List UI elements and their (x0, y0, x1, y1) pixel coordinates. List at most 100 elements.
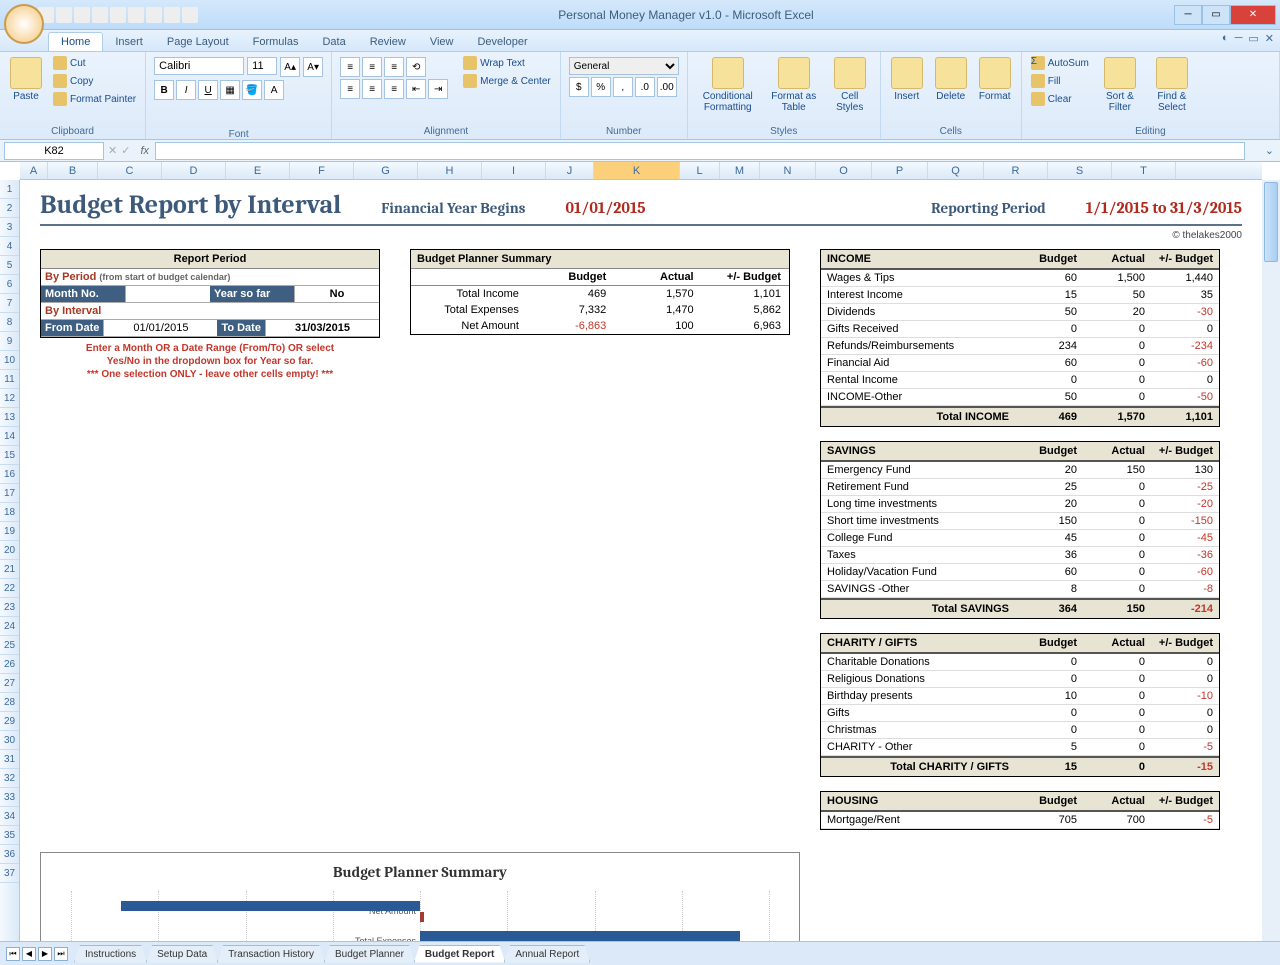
col-header[interactable]: I (482, 162, 546, 179)
row-header[interactable]: 35 (0, 826, 19, 845)
row-header[interactable]: 22 (0, 579, 19, 598)
col-header[interactable]: L (680, 162, 720, 179)
col-header[interactable]: C (98, 162, 162, 179)
insert-cells-button[interactable]: Insert (887, 55, 927, 104)
restore-window-icon[interactable]: ▭ (1248, 32, 1258, 45)
row-header[interactable]: 5 (0, 256, 19, 275)
increase-decimal-button[interactable]: .0 (635, 77, 655, 97)
qa-redo-icon[interactable] (110, 7, 126, 23)
sort-filter-button[interactable]: Sort & Filter (1096, 55, 1144, 115)
vertical-scrollbar[interactable] (1262, 180, 1280, 941)
fx-icon[interactable]: fx (140, 145, 149, 157)
sheet-tab[interactable]: Instructions (74, 945, 147, 963)
qa-open-icon[interactable] (56, 7, 72, 23)
number-format-select[interactable]: General (569, 57, 679, 75)
close-workbook-icon[interactable]: ✕ (1265, 32, 1274, 45)
qa-new-icon[interactable] (74, 7, 90, 23)
paste-button[interactable]: Paste (6, 55, 46, 104)
ribbon-tab-formulas[interactable]: Formulas (241, 33, 311, 51)
tab-nav-first[interactable]: ⏮ (6, 947, 20, 961)
align-top-button[interactable]: ≡ (340, 57, 360, 77)
sheet-tab[interactable]: Annual Report (504, 945, 590, 963)
row-header[interactable]: 32 (0, 769, 19, 788)
row-header[interactable]: 15 (0, 446, 19, 465)
col-header[interactable]: R (984, 162, 1048, 179)
autosum-button[interactable]: ΣAutoSum (1028, 55, 1092, 71)
minimize-button[interactable]: ─ (1174, 5, 1202, 25)
row-header[interactable]: 3 (0, 218, 19, 237)
font-size-input[interactable] (247, 57, 277, 75)
font-color-button[interactable]: A (264, 80, 284, 100)
row-header[interactable]: 28 (0, 693, 19, 712)
align-bottom-button[interactable]: ≡ (384, 57, 404, 77)
delete-cells-button[interactable]: Delete (931, 55, 971, 104)
row-header[interactable]: 2 (0, 199, 19, 218)
merge-center-button[interactable]: Merge & Center (460, 73, 554, 89)
col-header[interactable]: H (418, 162, 482, 179)
row-header[interactable]: 14 (0, 427, 19, 446)
col-header[interactable]: Q (928, 162, 984, 179)
col-header[interactable]: T (1112, 162, 1176, 179)
row-header[interactable]: 6 (0, 275, 19, 294)
ribbon-tab-data[interactable]: Data (310, 33, 357, 51)
row-header[interactable]: 21 (0, 560, 19, 579)
ribbon-tab-insert[interactable]: Insert (103, 33, 155, 51)
sheet-tab[interactable]: Transaction History (217, 945, 325, 963)
currency-button[interactable]: $ (569, 77, 589, 97)
cancel-formula-icon[interactable]: ✕ (108, 144, 117, 157)
ribbon-tab-page-layout[interactable]: Page Layout (155, 33, 241, 51)
find-select-button[interactable]: Find & Select (1148, 55, 1196, 115)
align-middle-button[interactable]: ≡ (362, 57, 382, 77)
decrease-decimal-button[interactable]: .00 (657, 77, 677, 97)
qa-print-icon[interactable] (128, 7, 144, 23)
row-header[interactable]: 4 (0, 237, 19, 256)
cell-styles-button[interactable]: Cell Styles (826, 55, 874, 115)
qa-sort-desc-icon[interactable] (182, 7, 198, 23)
from-date-cell[interactable]: 01/01/2015 (103, 320, 217, 336)
comma-button[interactable]: , (613, 77, 633, 97)
italic-button[interactable]: I (176, 80, 196, 100)
row-header[interactable]: 17 (0, 484, 19, 503)
qa-preview-icon[interactable] (146, 7, 162, 23)
close-button[interactable]: ✕ (1230, 5, 1276, 25)
row-header[interactable]: 27 (0, 674, 19, 693)
tab-nav-last[interactable]: ⏭ (54, 947, 68, 961)
office-button[interactable] (4, 4, 44, 44)
name-box[interactable] (4, 142, 104, 160)
percent-button[interactable]: % (591, 77, 611, 97)
maximize-button[interactable]: ▭ (1202, 5, 1230, 25)
cut-button[interactable]: Cut (50, 55, 139, 71)
row-header[interactable]: 30 (0, 731, 19, 750)
col-header[interactable]: S (1048, 162, 1112, 179)
tab-nav-prev[interactable]: ◀ (22, 947, 36, 961)
row-header[interactable]: 36 (0, 845, 19, 864)
format-cells-button[interactable]: Format (975, 55, 1015, 104)
bold-button[interactable]: B (154, 80, 174, 100)
row-header[interactable]: 34 (0, 807, 19, 826)
ysf-cell[interactable]: No (294, 286, 379, 302)
month-no-cell[interactable] (125, 286, 210, 302)
row-header[interactable]: 8 (0, 313, 19, 332)
sheet-tab[interactable]: Budget Report (414, 945, 505, 963)
row-header[interactable]: 12 (0, 389, 19, 408)
clear-button[interactable]: Clear (1028, 91, 1092, 107)
to-date-cell[interactable]: 31/03/2015 (265, 320, 379, 336)
row-header[interactable]: 16 (0, 465, 19, 484)
col-header[interactable]: D (162, 162, 226, 179)
ribbon-tab-review[interactable]: Review (358, 33, 418, 51)
row-header[interactable]: 26 (0, 655, 19, 674)
row-header[interactable]: 18 (0, 503, 19, 522)
col-header[interactable]: O (816, 162, 872, 179)
expand-formula-bar-icon[interactable]: ⌄ (1265, 144, 1274, 157)
row-header[interactable]: 20 (0, 541, 19, 560)
col-header[interactable]: N (760, 162, 816, 179)
row-header[interactable]: 31 (0, 750, 19, 769)
sheet-tab[interactable]: Budget Planner (324, 945, 415, 963)
col-header[interactable]: K (594, 162, 680, 179)
conditional-formatting-button[interactable]: Conditional Formatting (694, 55, 762, 115)
increase-indent-button[interactable]: ⇥ (428, 79, 448, 99)
worksheet-canvas[interactable]: Budget Report by Interval Financial Year… (20, 180, 1262, 941)
help-icon[interactable]: ◐ (1222, 32, 1229, 45)
col-header[interactable]: B (48, 162, 98, 179)
row-header[interactable]: 11 (0, 370, 19, 389)
